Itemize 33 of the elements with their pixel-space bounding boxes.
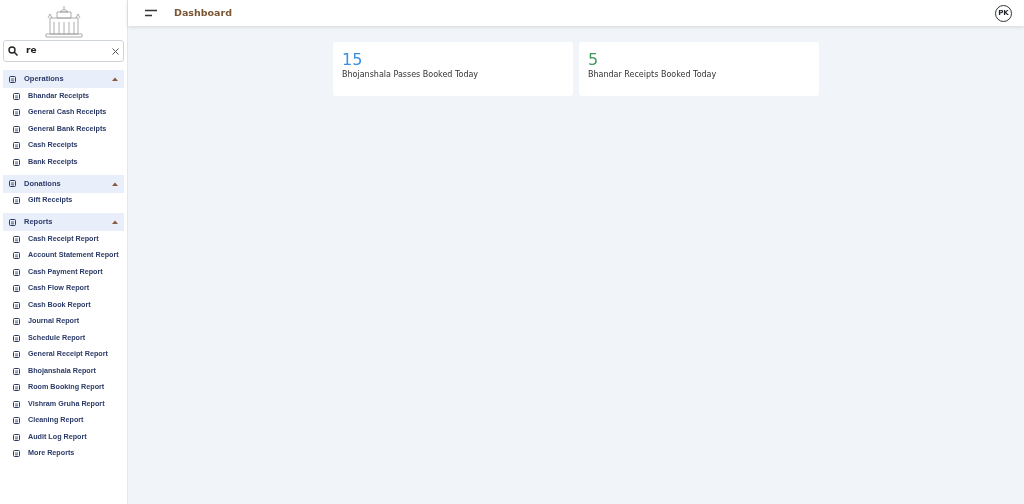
search-icon [8,46,18,56]
document-icon [13,92,20,100]
stat-value: 15 [342,51,364,69]
document-icon [13,450,20,458]
search-input[interactable]: re [26,44,96,58]
document-icon [13,235,20,243]
document-icon [13,367,20,375]
collapse-icon [112,220,118,224]
document-icon [13,268,20,276]
search-field[interactable]: re [3,40,124,62]
document-icon [13,351,20,359]
menu-icon [144,9,158,17]
document-icon [13,158,20,166]
document-icon [13,142,20,150]
document-icon [13,125,20,133]
close-icon [112,47,119,55]
document-icon [13,400,20,408]
document-icon [13,318,20,326]
document-icon [13,109,20,117]
document-icon [13,197,20,205]
document-icon [13,384,20,392]
document-icon [13,301,20,309]
document-icon [13,417,20,425]
stat-value: 5 [588,51,600,69]
document-icon [13,433,20,441]
stat-label: Bhandar Receipts Booked Today [588,68,718,81]
collapse-icon [112,77,118,81]
stat-label: Bhojanshala Passes Booked Today [342,68,480,81]
collapse-icon [112,181,118,186]
document-icon [13,285,20,293]
page-title: Dashboard [174,5,232,20]
document-icon [13,252,20,260]
document-icon [13,334,20,342]
